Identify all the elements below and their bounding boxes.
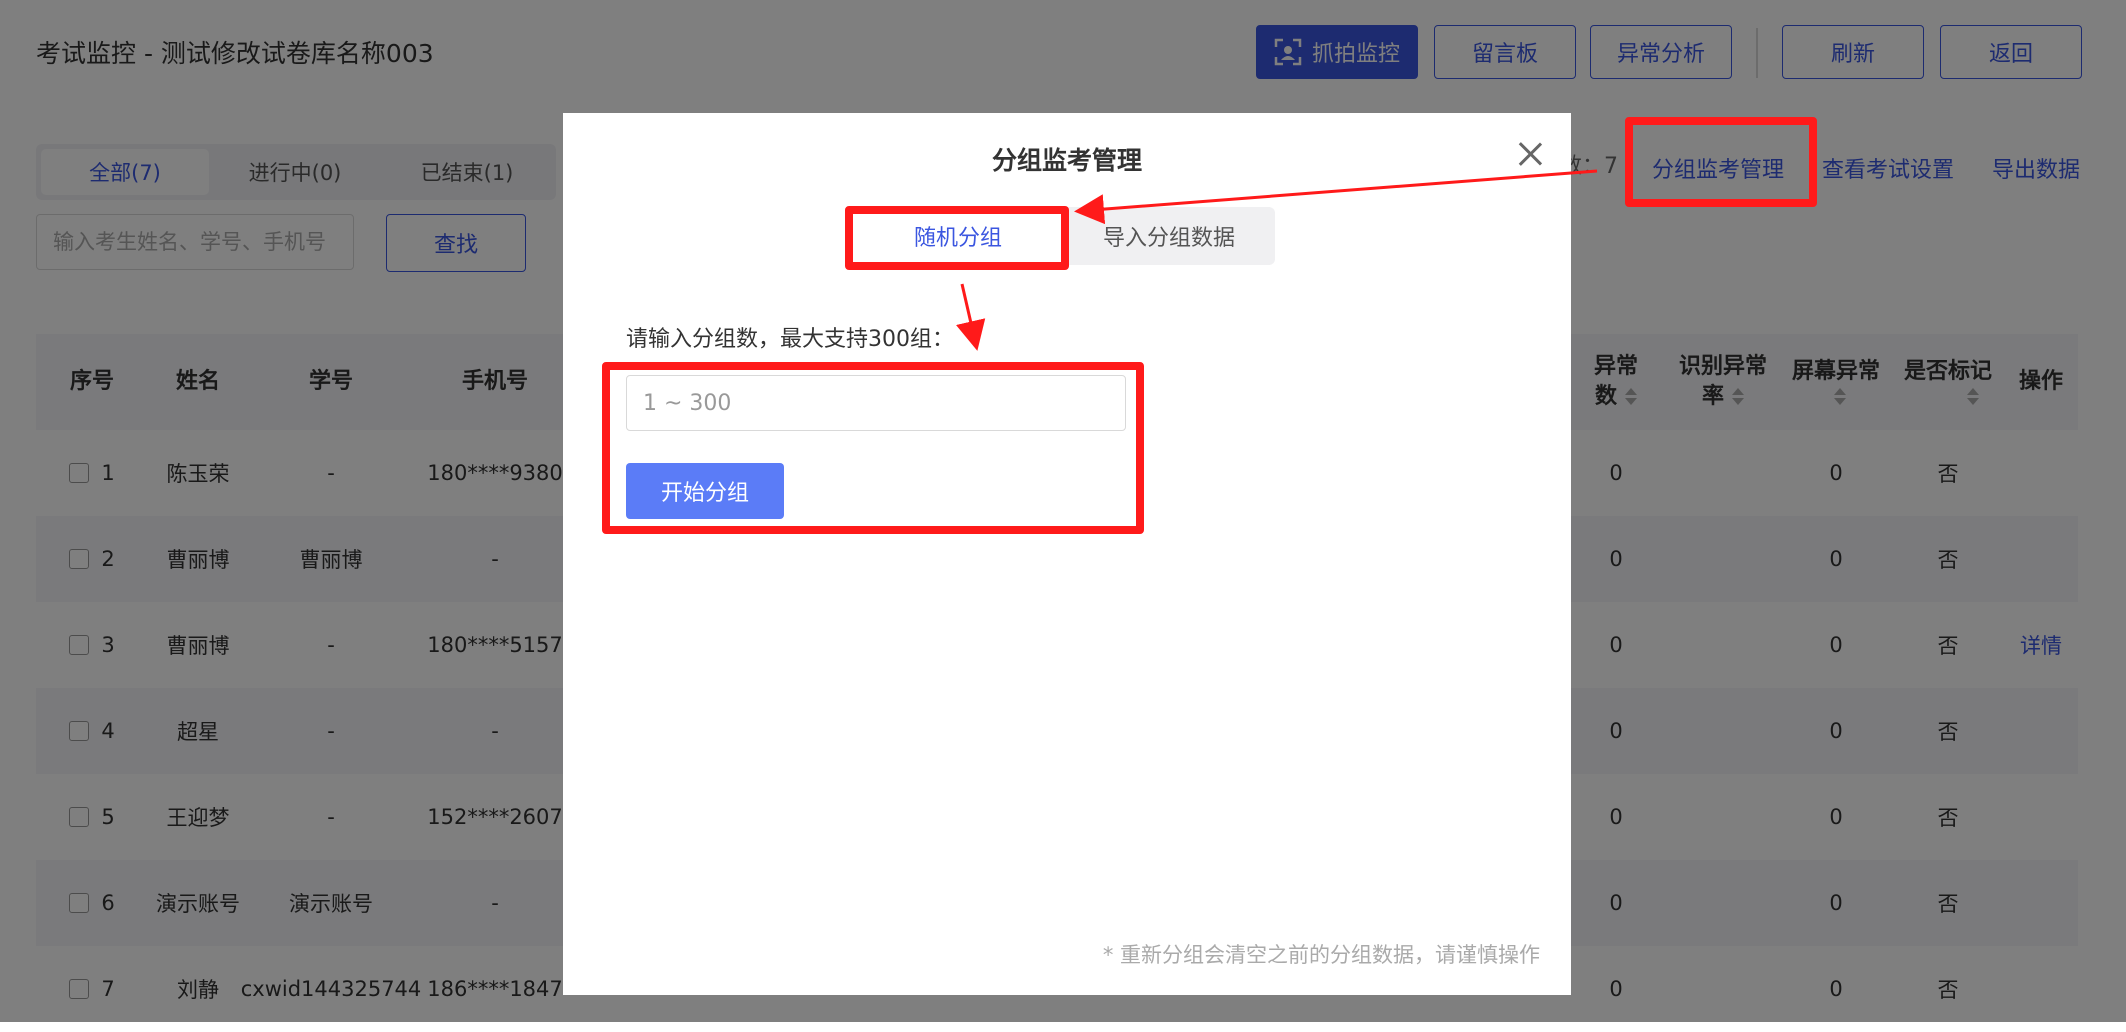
annotation-box-input-area (602, 362, 1144, 534)
annotation-box-group-manage (1625, 117, 1817, 207)
tab-import-group-data[interactable]: 导入分组数据 (1063, 207, 1275, 265)
group-count-prompt: 请输入分组数，最大支持300组： (626, 327, 954, 352)
regroup-warning-note: * 重新分组会清空之前的分组数据，请谨慎操作 (1102, 943, 1540, 967)
annotation-box-random-group (845, 206, 1069, 270)
modal-title: 分组监考管理 (991, 146, 1142, 175)
exam-monitor-page: 考试监控 - 测试修改试卷库名称003 抓拍监控 留言板 异常分析 刷新 返回 … (0, 0, 2126, 1022)
close-icon[interactable] (1515, 139, 1545, 169)
